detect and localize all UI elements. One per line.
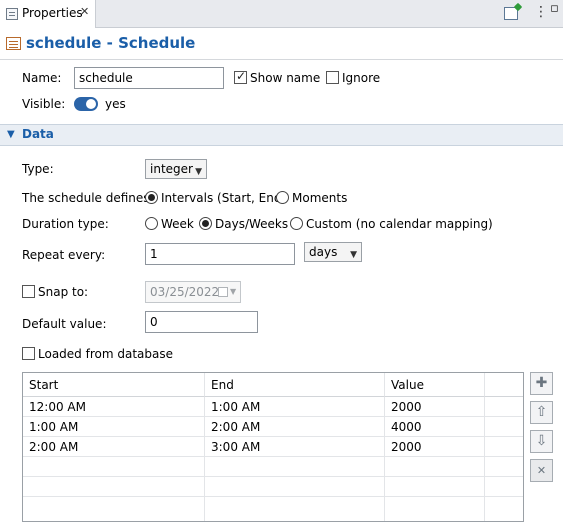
table-cell[interactable]: 1:00 AM	[205, 397, 385, 417]
table-cell[interactable]: 2000	[385, 397, 485, 417]
week-radio[interactable]	[145, 217, 158, 230]
table-cell[interactable]	[205, 477, 385, 497]
week-label: Week	[161, 217, 194, 231]
table-cell[interactable]	[205, 457, 385, 477]
name-value: schedule	[79, 71, 133, 85]
chevron-down-icon: ▼	[350, 250, 357, 260]
name-field[interactable]: schedule	[74, 67, 224, 89]
table-cell[interactable]	[23, 477, 205, 497]
visible-value: yes	[105, 97, 126, 111]
default-value-field[interactable]: 0	[145, 311, 258, 333]
tab-label: Properties	[22, 6, 83, 20]
table-cell	[485, 437, 523, 457]
snap-date-field[interactable]: 03/25/2022 ▼	[145, 281, 241, 303]
close-icon[interactable]: ✕	[80, 5, 89, 18]
table-cell[interactable]	[23, 497, 205, 521]
arrow-down-icon: ⇩	[535, 433, 548, 449]
plus-icon: ✚	[535, 375, 548, 391]
visible-toggle[interactable]	[74, 97, 98, 111]
table-cell[interactable]: 2:00 AM	[23, 437, 205, 457]
tab-properties[interactable]: Properties ✕	[0, 0, 96, 28]
properties-icon	[6, 8, 18, 20]
table-cell	[485, 457, 523, 477]
chevron-down-icon: ▼	[230, 287, 237, 296]
type-select[interactable]: integer ▼	[145, 159, 207, 179]
type-label: Type:	[22, 162, 54, 176]
visible-label: Visible:	[22, 97, 66, 111]
moments-label: Moments	[292, 191, 348, 205]
arrow-up-icon: ⇧	[535, 404, 548, 420]
table-cell[interactable]: 2000	[385, 437, 485, 457]
repeat-unit-select[interactable]: days ▼	[304, 242, 362, 262]
header-divider	[0, 59, 563, 60]
view-menu-icon[interactable]: ⋮	[534, 3, 548, 21]
show-name-checkbox[interactable]	[234, 69, 247, 84]
snap-checkbox[interactable]	[22, 285, 35, 298]
move-down-button[interactable]: ⇩	[530, 430, 553, 453]
schedule-table[interactable]: Start End Value 12:00 AM 1:00 AM 2000 1:…	[22, 372, 524, 522]
pin-view-icon[interactable]	[504, 7, 518, 20]
repeat-field[interactable]: 1	[145, 243, 295, 265]
days-weeks-label: Days/Weeks	[215, 217, 289, 231]
data-section-label: Data	[22, 127, 54, 141]
add-row-button[interactable]: ✚	[530, 372, 553, 395]
days-weeks-radio[interactable]	[199, 217, 212, 230]
loaded-db-label: Loaded from database	[38, 347, 173, 361]
show-name-label: Show name	[250, 71, 321, 85]
repeat-value: 1	[150, 247, 158, 261]
moments-radio[interactable]	[276, 191, 289, 204]
table-cell[interactable]	[205, 497, 385, 521]
table-cell[interactable]	[385, 457, 485, 477]
minimize-icon[interactable]: ▫	[550, 1, 559, 16]
snap-date-value: 03/25/2022	[150, 285, 220, 299]
table-cell[interactable]	[385, 497, 485, 521]
table-cell[interactable]: 12:00 AM	[23, 397, 205, 417]
intervals-radio[interactable]	[145, 191, 158, 204]
table-cell[interactable]: 1:00 AM	[23, 417, 205, 437]
duration-label: Duration type:	[22, 217, 109, 231]
table-cell	[485, 417, 523, 437]
table-cell[interactable]	[385, 477, 485, 497]
view-tab-bar: Properties ✕ ⋮ ▫	[0, 0, 563, 28]
chevron-down-icon: ▼	[195, 167, 202, 177]
page-title: schedule - Schedule	[26, 34, 196, 52]
ignore-checkbox[interactable]	[326, 71, 339, 84]
type-value: integer	[150, 162, 193, 176]
repeat-unit-value: days	[309, 245, 338, 259]
table-cell	[485, 397, 523, 417]
name-label: Name:	[22, 71, 62, 85]
table-cell[interactable]: 3:00 AM	[205, 437, 385, 457]
intervals-label: Intervals (Start, End)	[161, 191, 287, 205]
column-header-value[interactable]: Value	[385, 373, 485, 397]
chevron-down-icon: ▼	[7, 129, 15, 140]
move-up-button[interactable]: ⇧	[530, 401, 553, 424]
column-header-start[interactable]: Start	[23, 373, 205, 397]
custom-radio[interactable]	[290, 217, 303, 230]
custom-label: Custom (no calendar mapping)	[306, 217, 493, 231]
column-header-end[interactable]: End	[205, 373, 385, 397]
ignore-label: Ignore	[342, 71, 381, 85]
column-header-blank	[485, 373, 523, 397]
table-cell[interactable]: 2:00 AM	[205, 417, 385, 437]
default-value-value: 0	[150, 315, 158, 329]
loaded-db-checkbox[interactable]	[22, 347, 35, 360]
schedule-icon	[6, 37, 21, 50]
data-section-header[interactable]: ▼ Data	[0, 124, 563, 146]
table-cell	[485, 477, 523, 497]
delete-icon: ✕	[536, 464, 547, 477]
repeat-label: Repeat every:	[22, 248, 106, 262]
table-cell[interactable]	[23, 457, 205, 477]
delete-row-button[interactable]: ✕	[530, 459, 553, 482]
snap-label: Snap to:	[38, 285, 89, 299]
defines-label: The schedule defines:	[22, 191, 154, 205]
default-value-label: Default value:	[22, 317, 107, 331]
table-cell[interactable]: 4000	[385, 417, 485, 437]
calendar-icon	[218, 287, 228, 297]
